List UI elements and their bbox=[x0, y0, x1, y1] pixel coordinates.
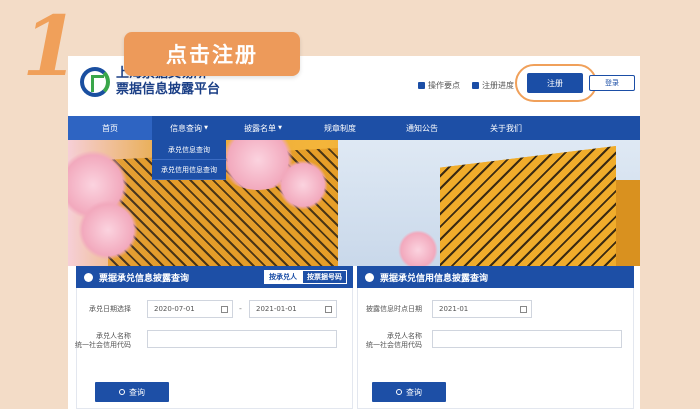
calendar-icon bbox=[221, 306, 228, 313]
acceptor-name-label: 承兑人名称 统一社会信用代码 bbox=[366, 332, 422, 349]
nav-disclosure-list[interactable]: 披露名单 ▼ bbox=[226, 116, 300, 140]
blossom-decoration bbox=[78, 200, 138, 260]
step-banner: 点击注册 bbox=[124, 32, 300, 76]
acceptor-name-input[interactable] bbox=[147, 330, 337, 348]
tab-by-bill-number[interactable]: 按票据号码 bbox=[302, 270, 347, 284]
credit-query-panel: 票据承兑信用信息披露查询 披露信息时点日期 2021-01 承兑人名称 统一社会… bbox=[357, 266, 634, 409]
search-icon bbox=[396, 389, 402, 395]
disclosure-date-label: 披露信息时点日期 bbox=[366, 305, 422, 313]
acceptor-name-label: 承兑人名称 统一社会信用代码 bbox=[75, 332, 131, 349]
query-button[interactable]: 查询 bbox=[372, 382, 446, 402]
dropdown-item-credit[interactable]: 承兑信用信息查询 bbox=[152, 160, 226, 180]
info-query-dropdown: 承兑信息查询 承兑信用信息查询 bbox=[152, 140, 226, 180]
date-label: 承兑日期选择 bbox=[89, 305, 131, 313]
progress-icon bbox=[472, 82, 479, 89]
banner-building-side bbox=[616, 180, 640, 266]
date-to-input[interactable]: 2021-01-01 bbox=[249, 300, 337, 318]
search-circle-icon bbox=[84, 272, 93, 282]
blossom-decoration bbox=[398, 230, 438, 266]
date-separator: - bbox=[239, 304, 242, 313]
register-button[interactable]: 注册 bbox=[527, 73, 583, 93]
step-number: 1 bbox=[22, 0, 80, 95]
nav-home[interactable]: 首页 bbox=[68, 116, 152, 140]
book-icon bbox=[418, 82, 425, 89]
dropdown-item-acceptance[interactable]: 承兑信息查询 bbox=[152, 140, 226, 160]
logo-icon bbox=[80, 67, 110, 97]
chevron-down-icon: ▼ bbox=[204, 125, 208, 131]
query-button[interactable]: 查询 bbox=[95, 382, 169, 402]
progress-link[interactable]: 注册进度 bbox=[472, 80, 514, 91]
disclosure-date-input[interactable]: 2021-01 bbox=[432, 300, 532, 318]
nav-rules[interactable]: 规章制度 bbox=[300, 116, 380, 140]
calendar-icon bbox=[325, 306, 332, 313]
calendar-icon bbox=[520, 306, 527, 313]
login-button[interactable]: 登录 bbox=[589, 75, 635, 91]
date-from-input[interactable]: 2020-07-01 bbox=[147, 300, 233, 318]
tab-by-acceptor[interactable]: 按承兑人 bbox=[264, 270, 302, 284]
browser-frame: 上海票据交易所 票据信息披露平台 操作要点 注册进度 注册 登录 首页 信息查询… bbox=[68, 56, 640, 409]
site-title-secondary: 票据信息披露平台 bbox=[116, 82, 221, 97]
acceptor-name-input[interactable] bbox=[432, 330, 622, 348]
query-panels: 票据承兑信息披露查询 按承兑人 按票据号码 承兑日期选择 2020-07-01 … bbox=[68, 266, 640, 409]
panel-header: 票据承兑信息披露查询 按承兑人 按票据号码 bbox=[76, 266, 353, 288]
blossom-decoration bbox=[278, 160, 328, 210]
guide-link[interactable]: 操作要点 bbox=[418, 80, 460, 91]
nav-about[interactable]: 关于我们 bbox=[464, 116, 548, 140]
chevron-down-icon: ▼ bbox=[278, 125, 282, 131]
acceptance-query-panel: 票据承兑信息披露查询 按承兑人 按票据号码 承兑日期选择 2020-07-01 … bbox=[75, 266, 353, 409]
nav-info-query[interactable]: 信息查询 ▼ bbox=[152, 116, 226, 140]
nav-notices[interactable]: 通知公告 bbox=[380, 116, 464, 140]
search-circle-icon bbox=[365, 272, 374, 282]
panel-header: 票据承兑信用信息披露查询 bbox=[357, 266, 634, 288]
search-icon bbox=[119, 389, 125, 395]
main-nav: 首页 信息查询 ▼ 披露名单 ▼ 规章制度 通知公告 关于我们 bbox=[68, 116, 640, 140]
